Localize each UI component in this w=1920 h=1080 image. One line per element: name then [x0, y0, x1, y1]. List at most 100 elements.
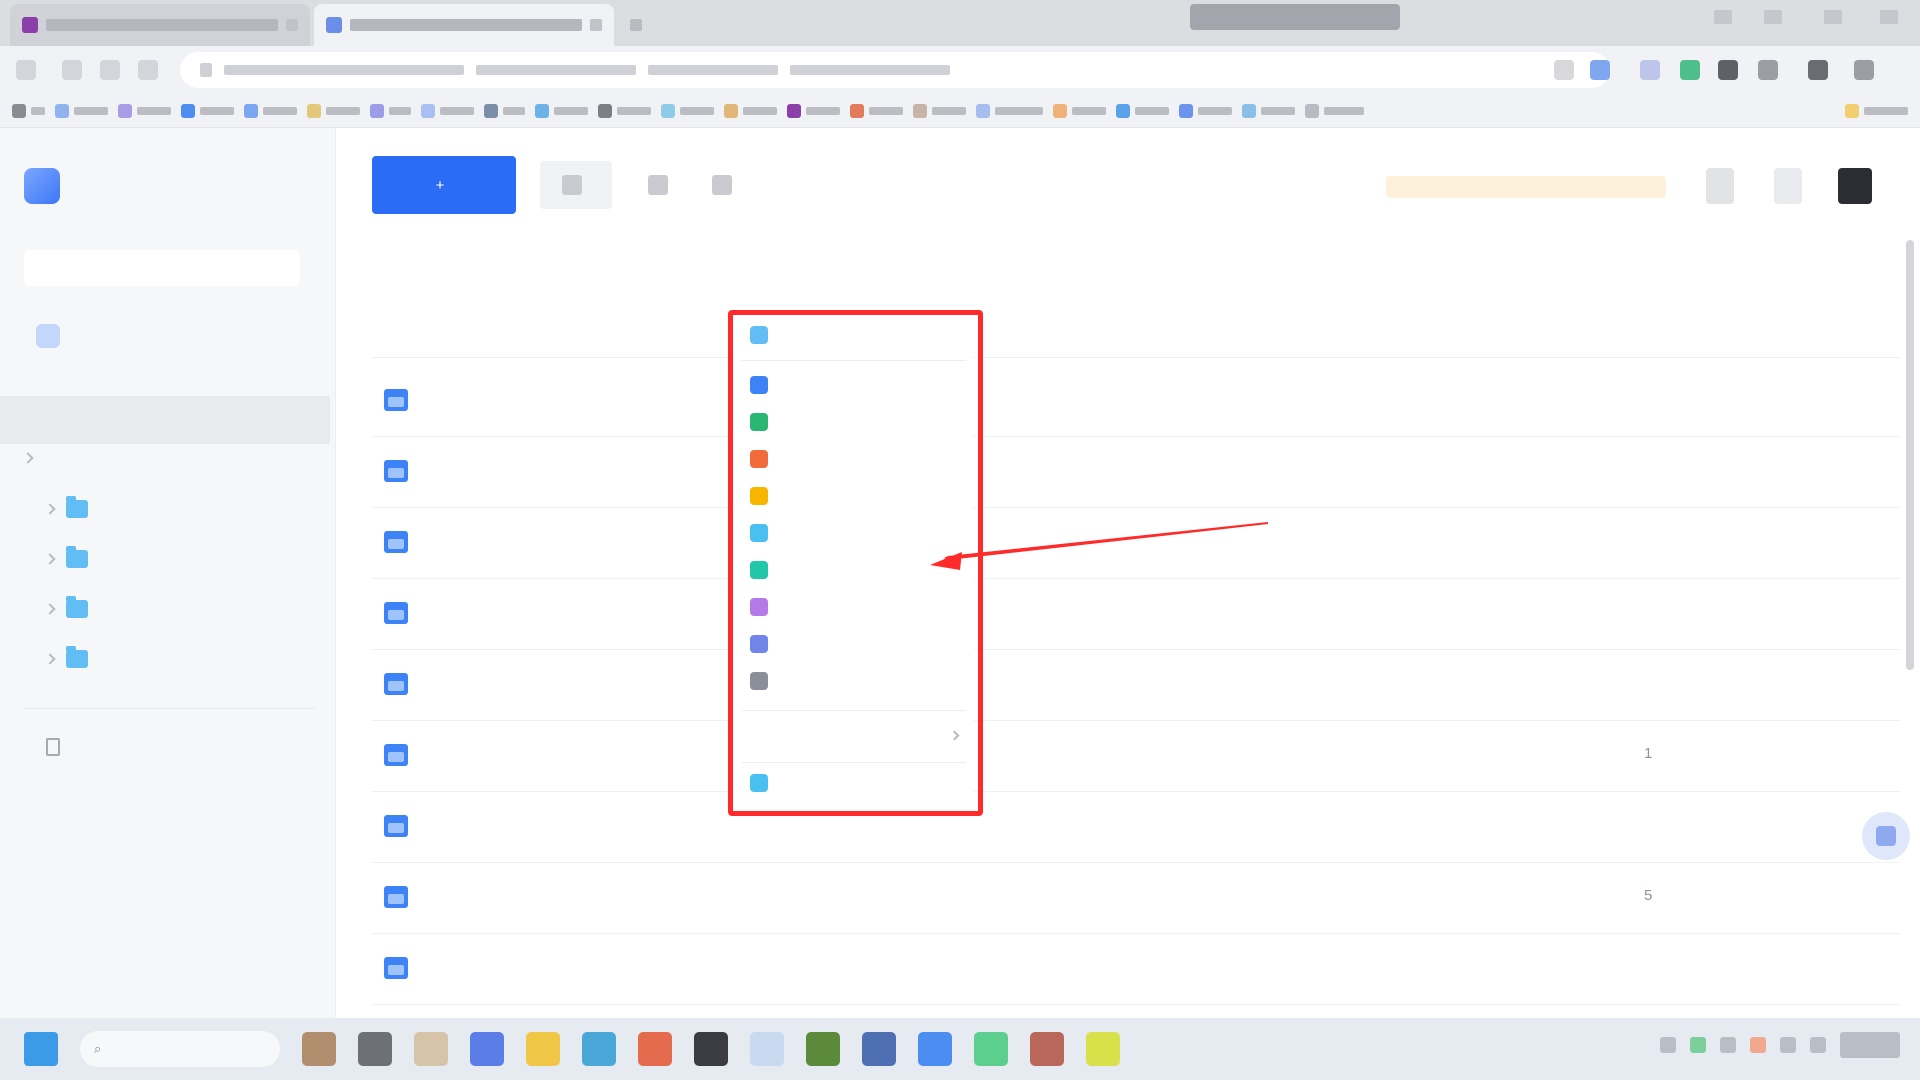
network-icon[interactable] [1780, 1037, 1796, 1053]
bookmark[interactable] [535, 103, 588, 118]
scrollbar[interactable] [1906, 240, 1914, 670]
bookmark-folder[interactable] [1845, 103, 1908, 118]
extension-icon[interactable] [1590, 60, 1610, 80]
table-row[interactable] [372, 650, 1900, 721]
taskbar-app-icon[interactable] [582, 1032, 616, 1066]
tray-icon[interactable] [1720, 1037, 1736, 1053]
table-row[interactable] [372, 792, 1900, 863]
bookmark[interactable] [1242, 103, 1295, 118]
sidebar-item-active[interactable] [0, 396, 330, 444]
bookmark[interactable] [787, 103, 840, 118]
browser-tab-active[interactable] [314, 4, 614, 46]
notification-icon[interactable] [1706, 168, 1734, 204]
sidebar-folder[interactable] [44, 646, 100, 668]
chevron-right-icon [44, 603, 56, 615]
bookmark[interactable] [850, 103, 903, 118]
taskbar-app-icon[interactable] [638, 1032, 672, 1066]
window-close-icon[interactable] [1880, 10, 1898, 24]
bookmark[interactable] [421, 103, 474, 118]
bookmark[interactable] [913, 103, 966, 118]
table-row[interactable] [372, 437, 1900, 508]
forward-icon[interactable] [62, 60, 82, 80]
start-menu-icon[interactable] [24, 1032, 58, 1066]
table-row[interactable] [372, 366, 1900, 437]
table-row[interactable] [372, 934, 1900, 1005]
taskbar-app-icon[interactable] [526, 1032, 560, 1066]
bookmark[interactable] [1179, 103, 1232, 118]
url-input[interactable] [180, 52, 1610, 88]
extension-icon[interactable] [1758, 60, 1778, 80]
back-icon[interactable] [16, 60, 36, 80]
bookmark[interactable] [1305, 103, 1364, 118]
bookmark[interactable] [370, 103, 411, 118]
bookmark[interactable] [976, 103, 1043, 118]
taskbar-app-icon[interactable] [470, 1032, 504, 1066]
toolbar-action[interactable] [648, 175, 676, 195]
taskbar-app-icon[interactable] [974, 1032, 1008, 1066]
assistant-button[interactable] [1862, 812, 1910, 860]
taskbar-app-icon[interactable] [1086, 1032, 1120, 1066]
bookmark[interactable] [244, 103, 297, 118]
bookmark[interactable] [1053, 103, 1106, 118]
bookmark[interactable] [484, 103, 525, 118]
toolbar-action[interactable] [712, 175, 740, 195]
upgrade-link[interactable] [36, 324, 70, 348]
sidebar-folder[interactable] [44, 496, 100, 518]
extension-icon[interactable] [1640, 60, 1660, 80]
sidebar-folder[interactable] [44, 546, 100, 568]
clock-icon[interactable] [1840, 1032, 1900, 1058]
taskbar-app-icon[interactable] [862, 1032, 896, 1066]
upload-button[interactable] [540, 161, 612, 209]
sidebar-item-trash[interactable] [46, 738, 70, 756]
taskbar-search[interactable]: ⌕ [80, 1031, 280, 1067]
tray-icon[interactable] [1750, 1037, 1766, 1053]
tray-icon[interactable] [1690, 1037, 1706, 1053]
bookmark[interactable] [307, 103, 360, 118]
new-button[interactable]: + [372, 156, 516, 214]
window-pin-icon[interactable] [1714, 10, 1732, 24]
table-row[interactable] [372, 579, 1900, 650]
app-logo[interactable] [24, 168, 70, 204]
bookmark[interactable] [118, 103, 171, 118]
new-tab-button[interactable] [618, 4, 658, 46]
home-icon[interactable] [138, 60, 158, 80]
bookmark[interactable] [12, 103, 45, 118]
window-minimize-icon[interactable] [1764, 10, 1782, 24]
reload-icon[interactable] [100, 60, 120, 80]
extension-icon[interactable] [1808, 60, 1828, 80]
help-icon[interactable] [1774, 168, 1802, 204]
sidebar-folder[interactable] [44, 596, 100, 618]
table-row[interactable]: 1 [372, 721, 1900, 792]
bookmark-icon [976, 103, 990, 118]
taskbar-app-icon[interactable] [918, 1032, 952, 1066]
taskbar-app-icon[interactable] [302, 1032, 336, 1066]
window-maximize-icon[interactable] [1824, 10, 1842, 24]
extension-icon[interactable] [1718, 60, 1738, 80]
extension-icon[interactable] [1554, 60, 1574, 80]
table-row[interactable]: 5 [372, 863, 1900, 934]
search-input[interactable] [24, 250, 300, 286]
bookmark[interactable] [598, 103, 651, 118]
taskbar-app-icon[interactable] [806, 1032, 840, 1066]
promo-banner[interactable] [1386, 176, 1666, 198]
tab-close-icon[interactable] [286, 19, 298, 31]
menu-icon[interactable] [1854, 60, 1874, 80]
sidebar-group[interactable] [22, 452, 40, 464]
volume-icon[interactable] [1810, 1037, 1826, 1053]
bookmark[interactable] [724, 103, 777, 118]
taskbar-app-icon[interactable] [1030, 1032, 1064, 1066]
bookmark[interactable] [1116, 103, 1169, 118]
taskbar-app-icon[interactable] [414, 1032, 448, 1066]
bookmark[interactable] [181, 103, 234, 118]
taskbar-app-icon[interactable] [750, 1032, 784, 1066]
tab-close-icon[interactable] [590, 19, 602, 31]
bookmark[interactable] [661, 103, 714, 118]
taskbar-app-icon[interactable] [694, 1032, 728, 1066]
taskbar-app-icon[interactable] [358, 1032, 392, 1066]
tray-icon[interactable] [1660, 1037, 1676, 1053]
extension-icon[interactable] [1680, 60, 1700, 80]
browser-tab[interactable] [10, 4, 310, 46]
bookmark[interactable] [55, 103, 108, 118]
table-row[interactable] [372, 508, 1900, 579]
avatar[interactable] [1838, 168, 1872, 204]
